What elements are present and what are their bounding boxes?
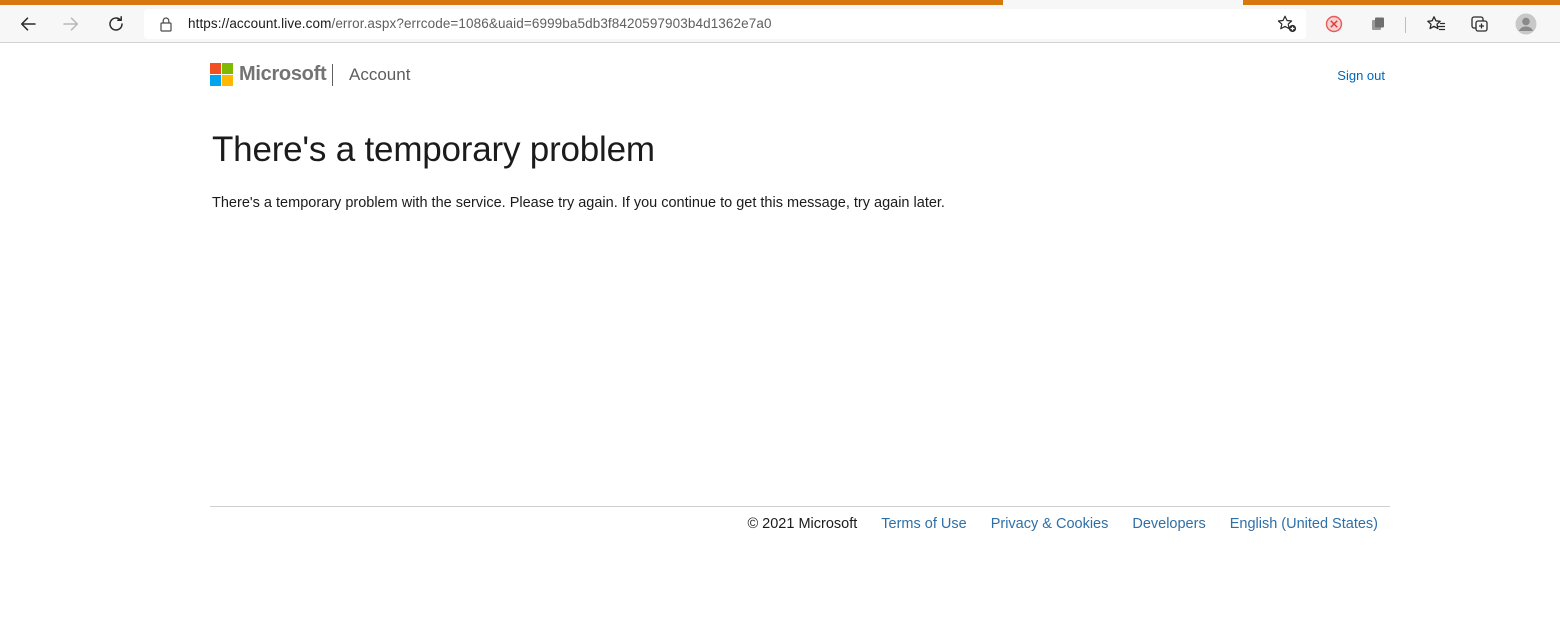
logo-square-green (222, 63, 233, 74)
address-bar[interactable]: https://account.live.com/error.aspx?errc… (144, 9, 1306, 39)
url-path: /error.aspx?errcode=1086&uaid=6999ba5db3… (331, 16, 772, 31)
browser-toolbar: https://account.live.com/error.aspx?errc… (0, 5, 1560, 43)
site-footer: © 2021 Microsoft Terms of Use Privacy & … (747, 514, 1378, 534)
add-favorite-icon[interactable] (1276, 14, 1298, 34)
microsoft-logo-icon[interactable] (210, 63, 233, 86)
logo-square-blue (210, 75, 221, 86)
site-header: Microsoft Account Sign out (210, 62, 1390, 92)
brand-divider (332, 64, 333, 86)
developers-link[interactable]: Developers (1132, 516, 1205, 532)
profile-button[interactable] (1511, 9, 1541, 39)
lock-icon[interactable] (158, 16, 174, 32)
extension-button[interactable] (1319, 9, 1349, 39)
refresh-icon (109, 16, 123, 31)
logo-square-yellow (222, 75, 233, 86)
arrow-right-icon (63, 17, 79, 31)
brand-name[interactable]: Microsoft (239, 63, 327, 86)
copy-pages-icon (1372, 17, 1384, 30)
collections-extension-button[interactable] (1363, 9, 1393, 39)
page-title: There's a temporary problem (212, 130, 655, 169)
url-host: https://account.live.com (188, 16, 332, 31)
copyright-text: © 2021 Microsoft (747, 516, 858, 532)
privacy-cookies-link[interactable]: Privacy & Cookies (991, 516, 1109, 532)
error-message: There's a temporary problem with the ser… (212, 195, 945, 211)
url-text[interactable]: https://account.live.com/error.aspx?errc… (188, 16, 772, 31)
language-selector-link[interactable]: English (United States) (1230, 516, 1378, 532)
favorites-button[interactable] (1421, 9, 1451, 39)
avatar-icon (1515, 13, 1537, 35)
collections-button[interactable] (1465, 9, 1495, 39)
footer-divider (210, 506, 1390, 507)
favorites-star-list-icon (1427, 16, 1446, 31)
blocked-extension-icon (1325, 15, 1343, 33)
section-name[interactable]: Account (349, 65, 410, 85)
toolbar-separator (1405, 17, 1406, 33)
sign-out-link[interactable]: Sign out (1337, 68, 1385, 83)
arrow-left-icon (20, 17, 36, 31)
refresh-button[interactable] (101, 9, 131, 39)
back-button[interactable] (13, 9, 43, 39)
logo-square-red (210, 63, 221, 74)
terms-of-use-link[interactable]: Terms of Use (881, 516, 966, 532)
forward-button[interactable] (56, 9, 86, 39)
collections-icon (1471, 16, 1488, 32)
